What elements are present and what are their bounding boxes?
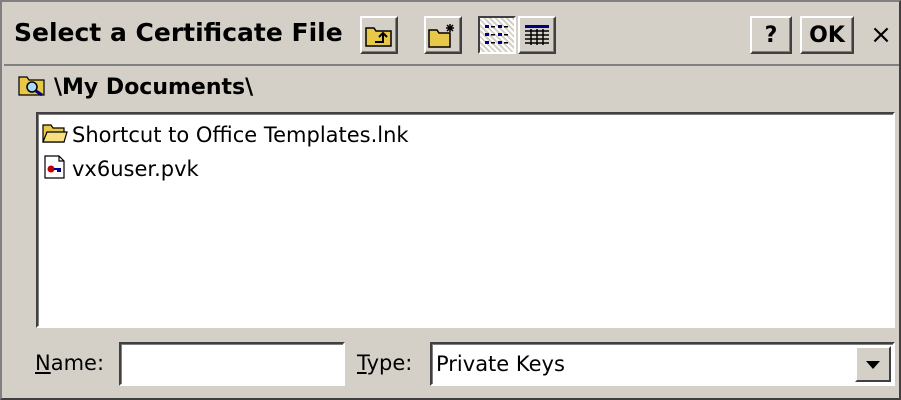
folder-search-icon xyxy=(18,74,46,100)
path-text: \My Documents\ xyxy=(54,74,254,100)
details-view-icon xyxy=(524,23,550,47)
folder-open-icon xyxy=(42,122,68,149)
key-file-icon xyxy=(42,154,68,184)
details-view-button[interactable] xyxy=(518,16,556,54)
name-field[interactable] xyxy=(119,342,345,386)
help-button[interactable]: ? xyxy=(750,16,792,54)
current-path: \My Documents\ xyxy=(18,72,253,102)
close-button[interactable]: × xyxy=(863,16,899,54)
new-folder-button[interactable] xyxy=(424,16,462,54)
new-folder-icon xyxy=(428,22,458,48)
file-name: vx6user.pvk xyxy=(72,157,199,181)
type-selected-value: Private Keys xyxy=(436,352,565,376)
list-item[interactable]: Shortcut to Office Templates.lnk xyxy=(42,120,409,150)
up-folder-icon xyxy=(365,23,393,47)
list-item[interactable]: vx6user.pvk xyxy=(42,154,199,184)
dropdown-button[interactable] xyxy=(855,346,891,382)
file-list[interactable]: Shortcut to Office Templates.lnk vx6user… xyxy=(36,112,895,328)
dialog-title: Select a Certificate File xyxy=(14,18,343,47)
list-view-button[interactable] xyxy=(478,16,516,54)
list-view-icon xyxy=(484,23,510,47)
file-name: Shortcut to Office Templates.lnk xyxy=(72,123,409,147)
name-label: Name: xyxy=(35,351,105,375)
title-bar: Select a Certificate File ? OK × xyxy=(4,4,899,66)
ok-button[interactable]: OK xyxy=(800,16,854,54)
type-label: Type: xyxy=(357,351,413,375)
up-folder-button[interactable] xyxy=(360,16,398,54)
certificate-file-dialog: Select a Certificate File ? OK × \My Doc… xyxy=(0,0,901,400)
chevron-down-icon xyxy=(865,355,881,374)
type-dropdown[interactable]: Private Keys xyxy=(430,342,895,386)
